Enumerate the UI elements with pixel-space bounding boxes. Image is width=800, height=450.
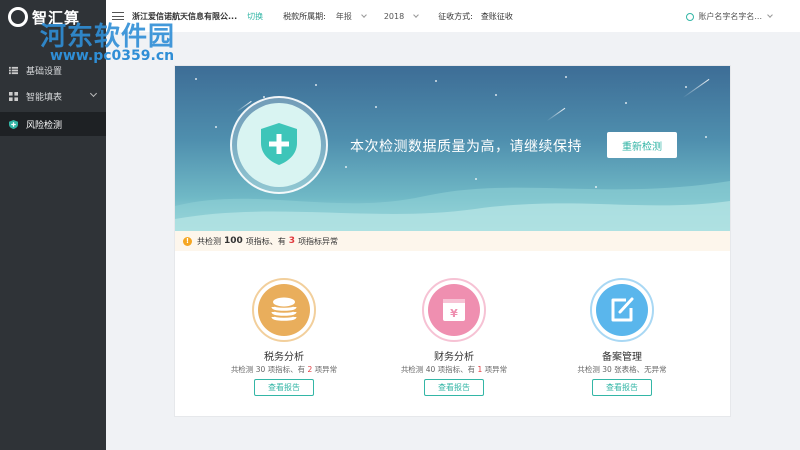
user-icon: [686, 12, 695, 21]
edit-icon: [611, 297, 634, 322]
collection-label: 征收方式:: [438, 11, 473, 21]
view-report-button[interactable]: 查看报告: [592, 379, 652, 396]
account-name: 账户名字名字名...: [698, 12, 762, 21]
chevron-down-icon: [360, 11, 367, 18]
shield-plus-icon: [261, 123, 297, 165]
logo-icon: [8, 7, 28, 27]
feature-title: 财务分析: [434, 352, 474, 363]
feature-description: 共检测 30 项指标、有 2 项异常: [230, 365, 338, 374]
sidebar-item-smart-fill[interactable]: 智能填表: [0, 84, 106, 108]
sidebar-item-risk-detection[interactable]: 风险检测: [0, 112, 106, 136]
summary-total: 100: [224, 236, 243, 246]
sidebar-item-label: 智能填表: [26, 92, 63, 103]
detection-summary: ! 共检测 100 项指标、有 3 项指标异常: [175, 231, 730, 251]
chevron-down-icon: [89, 89, 98, 98]
feature-title: 备案管理: [602, 352, 642, 363]
warning-icon: !: [183, 236, 192, 246]
result-banner: 本次检测数据质量为高，请继续保持 重新检测: [175, 66, 730, 231]
yen-box-icon: ¥: [443, 299, 465, 321]
period-label: 税款所属期:: [283, 11, 326, 21]
view-report-button[interactable]: 查看报告: [424, 379, 484, 396]
feature-title: 税务分析: [264, 352, 304, 363]
period-type-value: 年报: [335, 11, 352, 21]
risk-detection-card: 本次检测数据质量为高，请继续保持 重新检测 ! 共检测 100 项指标、有 3 …: [174, 65, 731, 417]
watermark-url: www.pc0359.cn: [50, 48, 175, 64]
period-type-select[interactable]: 年报: [335, 11, 367, 22]
coins-icon: [271, 297, 297, 321]
top-header: 浙江爱信诺航天信息有限公... 切换 税款所属期: 年报 2018 征收方式: …: [106, 0, 800, 32]
feature-ring: [252, 278, 316, 342]
view-report-button[interactable]: 查看报告: [254, 379, 314, 396]
summary-abnormal-count: 3: [288, 236, 296, 246]
sidebar-item-label: 风险检测: [26, 120, 63, 131]
shield-icon: [9, 119, 18, 129]
recheck-button[interactable]: 重新检测: [607, 132, 677, 158]
account-menu[interactable]: 账户名字名字名...: [686, 11, 773, 22]
sidebar: 智汇算 基础设置 智能填表 风险检测: [0, 0, 106, 450]
year-value: 2018: [383, 11, 405, 21]
year-select[interactable]: 2018: [383, 11, 420, 21]
feature-description: 共检测 40 项指标、有 1 项异常: [400, 365, 508, 374]
collection-value: 查账征收: [480, 11, 513, 21]
chevron-down-icon: [767, 12, 773, 18]
feature-ring: [590, 278, 654, 342]
summary-suffix: 项指标异常: [298, 236, 339, 246]
grid-icon: [9, 91, 18, 101]
svg-text:¥: ¥: [450, 307, 458, 320]
summary-prefix: 共检测: [197, 236, 221, 246]
summary-middle: 项指标、有: [245, 236, 286, 246]
sidebar-item-label: 基础设置: [26, 66, 63, 77]
result-message: 本次检测数据质量为高，请继续保持: [350, 139, 582, 155]
feature-ring: ¥: [422, 278, 486, 342]
chevron-down-icon: [413, 11, 420, 18]
result-emblem: [230, 96, 328, 194]
feature-description: 共检测 30 张表格、无异常: [577, 365, 667, 374]
switch-company-link[interactable]: 切换: [247, 11, 263, 22]
list-icon: [9, 66, 18, 74]
